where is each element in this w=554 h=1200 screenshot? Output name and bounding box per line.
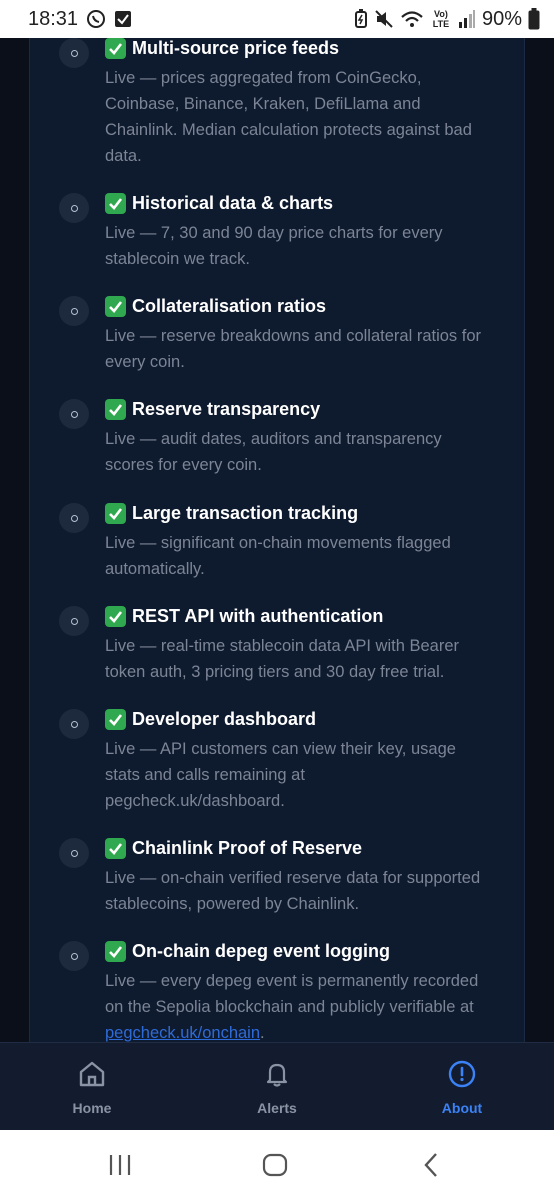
check-icon xyxy=(105,838,126,859)
nav-alerts-label: Alerts xyxy=(257,1100,297,1116)
back-button[interactable] xyxy=(416,1150,446,1185)
feature-description: Live — on-chain verified reserve data fo… xyxy=(105,869,481,913)
feature-description: Live — reserve breakdowns and collateral… xyxy=(105,327,482,371)
bullet-icon xyxy=(59,193,89,223)
battery-icon xyxy=(528,8,540,30)
feature-description: Live — 7, 30 and 90 day price charts for… xyxy=(105,224,443,268)
check-icon xyxy=(105,606,126,627)
bullet-icon xyxy=(59,503,89,533)
check-icon xyxy=(105,399,126,420)
onchain-link[interactable]: pegcheck.uk/onchain xyxy=(105,1024,260,1042)
feature-title: Multi-source price feeds xyxy=(105,38,339,59)
nav-about-label: About xyxy=(441,1100,483,1116)
nav-home-label: Home xyxy=(72,1100,112,1116)
nav-alerts[interactable]: Alerts xyxy=(197,1043,357,1131)
battery-saver-icon xyxy=(354,9,368,29)
feature-description: Live — every depeg event is permanently … xyxy=(105,972,479,1042)
recents-icon xyxy=(105,1150,135,1185)
status-time: 18:31 xyxy=(28,7,79,30)
bullet-icon xyxy=(59,399,89,429)
feature-description: Live — real-time stablecoin data API wit… xyxy=(105,637,460,681)
check-icon xyxy=(105,193,126,214)
check-icon xyxy=(105,38,126,59)
bell-icon xyxy=(262,1059,292,1094)
status-bar: 18:31 Vo) LTE 90% xyxy=(0,0,554,38)
mute-icon xyxy=(374,9,394,29)
feature-title: Developer dashboard xyxy=(105,709,316,730)
feature-title: Collateralisation ratios xyxy=(105,296,326,317)
status-left: 18:31 xyxy=(28,8,132,31)
nav-home[interactable]: Home xyxy=(12,1043,172,1131)
network-label: Vo) LTE xyxy=(432,9,450,29)
bottom-nav: Home Alerts About xyxy=(0,1042,554,1130)
about-content[interactable]: Multi-source price feeds Live — prices a… xyxy=(0,38,554,1042)
whatsapp-icon xyxy=(86,9,106,29)
feature-description: Live — prices aggregated from CoinGecko,… xyxy=(105,69,472,165)
bullet-icon xyxy=(59,296,89,326)
battery-percent: 90% xyxy=(481,7,522,30)
signal-icon xyxy=(458,10,476,28)
nav-about[interactable]: About xyxy=(382,1043,542,1131)
feature-description: Live — audit dates, auditors and transpa… xyxy=(105,430,442,474)
checkbox-notification-icon xyxy=(114,10,132,28)
feature-title: Reserve transparency xyxy=(105,399,320,420)
feature-title: On-chain depeg event logging xyxy=(105,941,390,962)
home-system-button[interactable] xyxy=(260,1150,290,1185)
check-icon xyxy=(105,709,126,730)
feature-title: Large transaction tracking xyxy=(105,503,358,524)
bullet-icon xyxy=(59,838,89,868)
feature-title: Historical data & charts xyxy=(105,193,333,214)
feature-title: Chainlink Proof of Reserve xyxy=(105,838,362,859)
wifi-icon xyxy=(400,9,424,29)
home-icon xyxy=(77,1059,107,1094)
recents-button[interactable] xyxy=(105,1150,135,1185)
bullet-icon xyxy=(59,606,89,636)
check-icon xyxy=(105,941,126,962)
status-right: Vo) LTE 90% xyxy=(354,8,540,31)
feature-title: REST API with authentication xyxy=(105,606,383,627)
home-square-icon xyxy=(260,1150,290,1185)
bullet-icon xyxy=(59,941,89,971)
feature-description: Live — significant on-chain movements fl… xyxy=(105,534,451,578)
bullet-icon xyxy=(59,38,89,68)
check-icon xyxy=(105,503,126,524)
bullet-icon xyxy=(59,709,89,739)
back-chevron-icon xyxy=(416,1150,446,1185)
system-nav-bar xyxy=(0,1130,554,1200)
feature-description: Live — API customers can view their key,… xyxy=(105,740,456,810)
check-icon xyxy=(105,296,126,317)
info-icon xyxy=(447,1059,477,1094)
